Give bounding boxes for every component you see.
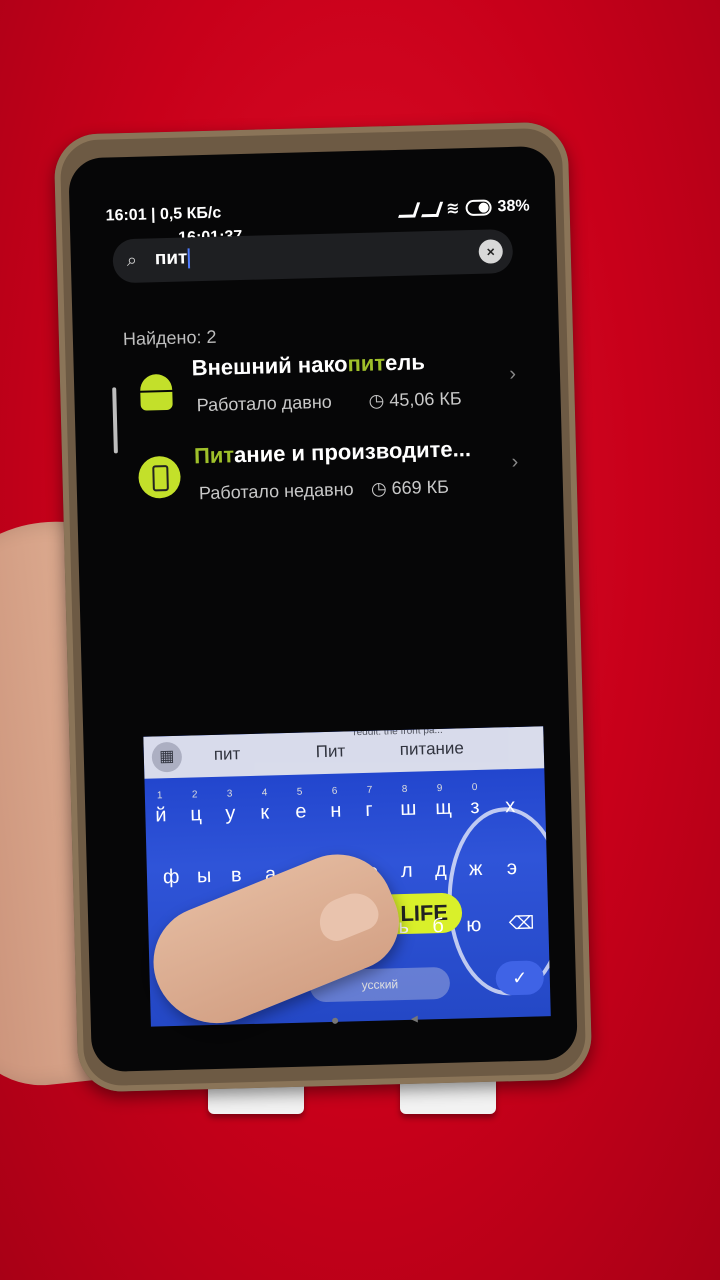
status-time: 16:01 | 0,5 КБ/с (105, 204, 222, 225)
search-input[interactable]: пит (155, 247, 191, 270)
result-title: Питание и производите... (193, 436, 472, 469)
key[interactable]: л (401, 860, 413, 883)
key[interactable]: 8ш (400, 784, 417, 821)
menu-grid-icon[interactable]: ▦ (151, 741, 183, 773)
key[interactable]: 5е (295, 787, 307, 824)
battery-toggle-icon (465, 199, 492, 217)
key[interactable]: 1й (155, 790, 167, 827)
key[interactable]: ю (466, 914, 482, 937)
close-icon[interactable]: × (478, 239, 504, 264)
key[interactable]: 9щ (435, 783, 452, 820)
key[interactable]: д (435, 859, 447, 882)
search-icon: ⌕ (126, 249, 138, 271)
status-bar: 16:01 | 0,5 КБ/с ≋ 38% (105, 196, 529, 231)
result-status: Работало давно (196, 391, 333, 416)
backspace-icon[interactable]: ⌫ (509, 913, 535, 935)
battery-level: 38% (497, 197, 530, 216)
suggestion-3[interactable]: питание (400, 738, 465, 760)
scroll-indicator (112, 387, 118, 454)
key[interactable]: ы (197, 865, 212, 888)
suggestion-bar: reddit: the front pa... ▦ пит Пит питани… (143, 726, 545, 779)
key[interactable]: ь (398, 916, 409, 939)
key[interactable]: 4к (260, 788, 269, 824)
result-item-external-storage[interactable]: Внешний накопитель Работало давно ◷ 45,0… (135, 347, 517, 427)
suggestion-1[interactable]: пит (214, 744, 241, 765)
result-title: Внешний накопитель (191, 349, 426, 381)
android-icon (136, 368, 179, 411)
wifi-icon: ≋ (445, 200, 460, 218)
battery-icon (138, 455, 182, 499)
signal-icon (397, 201, 420, 218)
back-icon[interactable]: ◂ (411, 1010, 418, 1027)
key[interactable]: 0з (470, 782, 480, 819)
result-item-power[interactable]: Питание и производите... Работало недавн… (138, 435, 520, 515)
enter-check-icon[interactable]: ✓ (495, 960, 545, 996)
results-count: Найдено: 2 (122, 326, 217, 350)
key[interactable]: 3у (225, 788, 236, 825)
home-icon[interactable]: ● (331, 1012, 340, 1028)
key-row-1: 1й 2ц 3у 4к 5е 6н 7г 8ш 9щ 0з х (145, 782, 545, 826)
key[interactable]: 2ц (190, 789, 202, 826)
chevron-right-icon: › (511, 450, 519, 474)
key[interactable]: 6н (330, 786, 342, 823)
key[interactable]: в (231, 864, 242, 887)
suggestion-2[interactable]: Пит (316, 741, 346, 762)
web-text: reddit: the front pa... (353, 726, 443, 739)
status-icons: ≋ 38% (397, 196, 530, 219)
search-bar[interactable]: ⌕ пит × (112, 228, 514, 284)
result-size: ◷ 45,06 КБ (368, 388, 462, 411)
result-status: Работало недавно (198, 479, 354, 504)
key[interactable]: 7г (365, 785, 373, 822)
key[interactable]: ф (163, 866, 180, 889)
chevron-right-icon: › (509, 362, 517, 386)
signal-icon-2 (420, 201, 443, 217)
key[interactable]: б (432, 915, 444, 938)
result-size: ◷ 669 КБ (370, 476, 450, 499)
